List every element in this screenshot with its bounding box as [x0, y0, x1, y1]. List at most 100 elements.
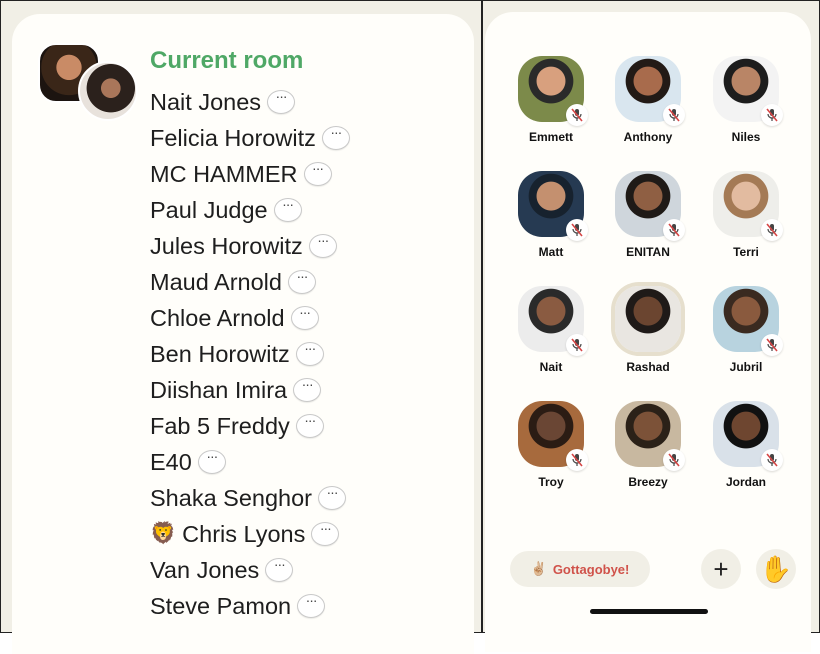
muted-mic-icon — [761, 334, 783, 356]
chat-bubble-icon — [197, 442, 226, 474]
avatar — [518, 56, 588, 126]
speaker-name: ENITAN — [626, 245, 670, 259]
chat-bubble-icon — [297, 586, 326, 618]
speaker-tile[interactable]: Jubril — [698, 286, 794, 374]
speaker-tile[interactable]: Emmett — [503, 56, 599, 144]
avatar — [713, 401, 783, 471]
lion-emoji-icon: 🦁 — [150, 522, 177, 545]
member-name: Steve Pamon — [150, 593, 292, 619]
speaker-tile[interactable]: Anthony — [600, 56, 696, 144]
avatar — [713, 171, 783, 241]
speaker-name: Rashad — [626, 360, 670, 374]
muted-mic-icon — [663, 104, 685, 126]
list-item[interactable]: E40 — [150, 442, 350, 480]
list-item[interactable]: Paul Judge — [150, 190, 350, 228]
muted-mic-icon — [566, 334, 588, 356]
chat-bubble-icon — [293, 370, 322, 402]
muted-mic-icon — [566, 104, 588, 126]
member-name: Fab 5 Freddy — [150, 413, 290, 439]
list-item[interactable]: MC HAMMER — [150, 154, 350, 192]
list-item[interactable]: Ben Horowitz — [150, 334, 350, 372]
leave-quietly-button[interactable]: ✌🏼 Gottagobye! — [510, 551, 650, 587]
member-name: Diishan Imira — [150, 377, 288, 403]
speaker-name: Jubril — [729, 360, 763, 374]
speaker-name: Nait — [539, 360, 563, 374]
member-name: Nait Jones — [150, 89, 262, 115]
member-name: Felicia Horowitz — [150, 125, 316, 151]
current-room-title: Current room — [150, 47, 304, 74]
avatar — [518, 286, 588, 356]
speaker-tile[interactable]: Nait — [503, 286, 599, 374]
speaker-tile[interactable]: ENITAN — [600, 171, 696, 259]
speaker-tile[interactable]: Rashad — [600, 286, 696, 374]
speaker-tile[interactable]: Niles — [698, 56, 794, 144]
list-item[interactable]: 🦁 Chris Lyons — [150, 514, 350, 552]
add-person-button[interactable]: + — [701, 549, 741, 589]
home-indicator — [590, 609, 708, 614]
chat-bubble-icon — [318, 478, 347, 510]
room-avatar-stack — [38, 43, 138, 123]
muted-mic-icon — [761, 449, 783, 471]
hand-icon: ✋ — [759, 553, 793, 584]
list-item[interactable]: Shaka Senghor — [150, 478, 350, 516]
chat-bubble-icon — [287, 262, 316, 294]
speaker-name: Breezy — [628, 475, 668, 489]
chat-bubble-icon — [290, 298, 319, 330]
avatar — [615, 286, 681, 352]
avatar — [78, 61, 138, 121]
list-item[interactable]: Diishan Imira — [150, 370, 350, 408]
chat-bubble-icon — [311, 514, 340, 546]
member-name: Chloe Arnold — [150, 305, 285, 331]
member-name: MC HAMMER — [150, 161, 298, 187]
plus-icon: + — [713, 553, 729, 584]
list-item[interactable]: Jules Horowitz — [150, 226, 350, 264]
chat-bubble-icon — [303, 154, 332, 186]
list-item[interactable]: Fab 5 Freddy — [150, 406, 350, 444]
chat-bubble-icon — [295, 334, 324, 366]
leave-label: Gottagobye! — [552, 561, 630, 577]
member-name: Jules Horowitz — [150, 233, 303, 259]
avatar — [518, 171, 588, 241]
chat-bubble-icon — [265, 550, 294, 582]
avatar — [615, 171, 685, 241]
muted-mic-icon — [663, 219, 685, 241]
muted-mic-icon — [566, 219, 588, 241]
member-name: Maud Arnold — [150, 269, 282, 295]
panel-divider — [481, 0, 483, 633]
member-name: Shaka Senghor — [150, 485, 313, 511]
speaker-tile[interactable]: Terri — [698, 171, 794, 259]
list-item[interactable]: Nait Jones — [150, 82, 350, 120]
avatar — [713, 286, 783, 356]
member-name: Van Jones — [150, 557, 260, 583]
avatar — [615, 56, 685, 126]
muted-mic-icon — [761, 219, 783, 241]
list-item[interactable]: Van Jones — [150, 550, 350, 588]
muted-mic-icon — [566, 449, 588, 471]
peace-icon: ✌🏼 — [530, 561, 547, 576]
avatar — [518, 401, 588, 471]
member-list: Nait Jones Felicia Horowitz MC HAMMER Paul … — [150, 82, 350, 624]
muted-mic-icon — [761, 104, 783, 126]
speaker-name: Anthony — [623, 130, 673, 144]
speaker-tile[interactable]: Jordan — [698, 401, 794, 489]
chat-bubble-icon — [308, 226, 337, 258]
avatar — [615, 401, 685, 471]
list-item[interactable]: Chloe Arnold — [150, 298, 350, 336]
speaker-tile[interactable]: Breezy — [600, 401, 696, 489]
member-name: Ben Horowitz — [150, 341, 290, 367]
speaker-tile[interactable]: Troy — [503, 401, 599, 489]
speaker-tile[interactable]: Matt — [503, 171, 599, 259]
avatar — [713, 56, 783, 126]
chat-bubble-icon — [267, 82, 296, 114]
member-name: Paul Judge — [150, 197, 268, 223]
raise-hand-button[interactable]: ✋ — [756, 549, 796, 589]
list-item[interactable]: Maud Arnold — [150, 262, 350, 300]
list-item[interactable]: Felicia Horowitz — [150, 118, 350, 156]
speaker-name: Terri — [733, 245, 759, 259]
chat-bubble-icon — [321, 118, 350, 150]
speaker-name: Matt — [538, 245, 564, 259]
muted-mic-icon — [663, 449, 685, 471]
speaker-name: Niles — [731, 130, 761, 144]
list-item[interactable]: Steve Pamon — [150, 586, 350, 624]
speaker-name: Troy — [538, 475, 564, 489]
